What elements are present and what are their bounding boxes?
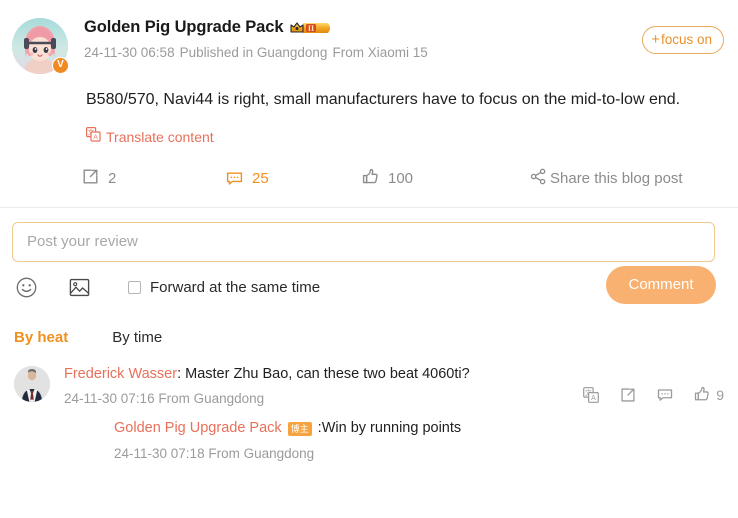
review-toolbar: Forward at the same time Comment <box>12 262 726 314</box>
comment-like-count: 9 <box>716 387 724 404</box>
post-content-text: B580/570, Navi44 is right, small manufac… <box>86 91 681 108</box>
comment-actions: 文 A <box>583 386 724 405</box>
translate-content-link[interactable]: 文 A Translate content <box>86 126 214 147</box>
review-input[interactable] <box>12 221 715 262</box>
like-action[interactable]: 100 <box>362 168 530 189</box>
svg-text:II: II <box>308 24 314 33</box>
post-meta-line: 24-11-30 06:58 Published in Guangdong From… <box>84 45 724 60</box>
comment-reply-icon[interactable] <box>657 387 673 403</box>
follow-button-label: focus on <box>660 32 712 47</box>
post-device: From Xiaomi 15 <box>332 45 428 60</box>
forward-label: Forward at the same time <box>150 279 321 297</box>
review-area: Forward at the same time Comment <box>0 208 738 314</box>
reply-time: 24-11-30 07:18 From Guangdong <box>114 446 315 462</box>
translate-content-label: Translate content <box>106 128 214 145</box>
comment-content: Frederick Wasser: Master Zhu Bao, can th… <box>50 364 724 462</box>
repost-action[interactable]: 2 <box>82 168 226 189</box>
comment-sort-tabs: By heat By time <box>0 314 738 354</box>
share-label: Share this blog post <box>550 169 683 187</box>
repost-count: 2 <box>108 169 117 187</box>
author-line: Golden Pig Upgrade Pack II <box>84 18 724 37</box>
author-name[interactable]: Golden Pig Upgrade Pack <box>84 18 284 37</box>
tab-by-heat[interactable]: By heat <box>14 329 68 346</box>
submit-comment-button[interactable]: Comment <box>606 265 716 304</box>
blogger-badge: 博主 <box>287 422 312 437</box>
emoji-icon[interactable] <box>16 277 37 298</box>
post-action-bar: 2 25 100 Share this blog post <box>0 147 738 208</box>
comment-text: Master Zhu Bao, can these two beat 4060t… <box>185 365 470 382</box>
forward-checkbox[interactable] <box>128 281 141 295</box>
post-date: 24-11-30 06:58 <box>84 45 175 60</box>
forward-checkbox-row[interactable]: Forward at the same time <box>128 279 320 296</box>
follow-button[interactable]: +focus on <box>642 26 724 55</box>
tab-by-time[interactable]: By time <box>112 329 162 346</box>
author-avatar-wrap[interactable]: V <box>12 18 69 74</box>
comment-reply: Golden Pig Upgrade Pack 博主: Win by runnin… <box>64 406 724 461</box>
comment-author-name[interactable]: Frederick Wasser <box>64 366 177 382</box>
translate-icon: 文 A <box>86 126 101 147</box>
reply-line: Golden Pig Upgrade Pack 博主: Win by runnin… <box>114 418 724 440</box>
comment-translate-icon[interactable]: 文 A <box>583 387 600 403</box>
like-count: 100 <box>388 169 414 187</box>
comment-like-action[interactable]: 9 <box>694 386 724 405</box>
post-location: Published in Guangdong <box>179 45 328 60</box>
comment-separator: : <box>177 365 186 382</box>
comment-action[interactable]: 25 <box>226 166 362 191</box>
plus-icon: + <box>651 31 660 48</box>
comment-list: Frederick Wasser: Master Zhu Bao, can th… <box>0 354 738 462</box>
reply-author-name[interactable]: Golden Pig Upgrade Pack <box>114 418 282 440</box>
post-header-text: Golden Pig Upgrade Pack II 24-11-30 06:5… <box>68 14 724 60</box>
thumbs-up-icon <box>362 168 379 189</box>
post-header: V Golden Pig Upgrade Pack II 24-11-30 06… <box>0 0 738 74</box>
image-upload-icon[interactable] <box>69 277 90 298</box>
comment-repost-icon[interactable] <box>620 387 636 403</box>
comment-thumbs-up-icon <box>694 386 710 405</box>
blog-post-page: V Golden Pig Upgrade Pack II 24-11-30 06… <box>0 0 738 518</box>
comment-item: Frederick Wasser: Master Zhu Bao, can th… <box>14 360 724 462</box>
share-nodes-icon <box>530 168 547 189</box>
comment-count: 25 <box>252 169 269 187</box>
man-in-suit-avatar-icon[interactable] <box>14 365 50 402</box>
verified-badge-icon: V <box>52 57 69 74</box>
reply-text: Win by running points <box>321 420 462 437</box>
share-action[interactable]: Share this blog post <box>530 168 683 189</box>
svg-text:A: A <box>591 395 596 402</box>
post-body: B580/570, Navi44 is right, small manufac… <box>0 74 738 147</box>
comment-line: Frederick Wasser: Master Zhu Bao, can th… <box>64 364 724 386</box>
repost-icon <box>82 168 99 189</box>
svg-text:A: A <box>93 134 98 141</box>
crown-level-badge-icon: II <box>290 20 331 36</box>
comment-bubble-icon <box>226 170 243 191</box>
